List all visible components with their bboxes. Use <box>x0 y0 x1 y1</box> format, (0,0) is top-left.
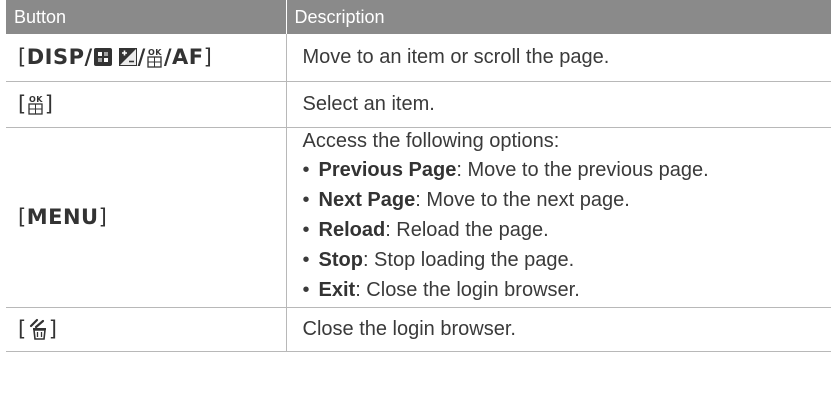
button-cell: [ DISP / / OK / AF] <box>6 34 287 82</box>
table-row: [ ] Close the login browser. <box>6 307 831 352</box>
svg-text:OK: OK <box>29 95 43 104</box>
option-name: Next Page <box>318 189 416 211</box>
menu-key: [ MENU ] <box>18 205 107 229</box>
table-row: [ OK ] Select an item. <box>6 81 831 128</box>
delete-icon <box>29 318 46 340</box>
disp-key-label: DISP <box>26 45 85 69</box>
bracket-open: [ <box>18 317 27 341</box>
button-cell: [ OK ] <box>6 81 287 128</box>
ok-icon: OK <box>147 48 162 68</box>
list-item: • Reload: Reload the page. <box>302 219 549 241</box>
ok-icon: OK <box>28 95 43 115</box>
separator: / <box>163 45 172 69</box>
delete-key: [ ] <box>18 317 57 341</box>
separator: / <box>84 45 93 69</box>
button-cell: [ ] <box>6 307 287 352</box>
description-cell: Select an item. <box>286 81 831 128</box>
menu-key-label: MENU <box>26 205 99 229</box>
bracket-close: ] <box>203 45 213 69</box>
option-name: Exit <box>318 279 356 301</box>
table-header: Button Description <box>6 0 831 34</box>
option-text: : Move to the previous page. <box>456 159 709 181</box>
option-text: : Close the login browser. <box>355 279 580 301</box>
option-text: : Stop loading the page. <box>362 249 575 271</box>
button-table: Button Description [ DISP / / OK / AF] … <box>6 0 831 352</box>
table-row: [ DISP / / OK / AF] Move to an item or … <box>6 34 831 82</box>
svg-text:OK: OK <box>148 48 162 57</box>
option-name: Previous Page <box>318 159 457 181</box>
header-button: Button <box>6 0 287 34</box>
options-intro: Access the following options: <box>302 130 560 152</box>
bracket-open: [ <box>18 45 27 69</box>
exposure-icon <box>118 48 137 66</box>
header-description: Description <box>286 0 831 34</box>
nav-keys: [ DISP / / OK / AF] <box>18 45 212 69</box>
list-item: • Stop: Stop loading the page. <box>302 249 575 271</box>
description-cell: Move to an item or scroll the page. <box>286 34 831 82</box>
list-item: • Next Page: Move to the next page. <box>302 189 630 211</box>
description-cell: Close the login browser. <box>286 307 831 352</box>
bracket-close: ] <box>48 317 58 341</box>
af-key-label: AF <box>171 45 204 69</box>
option-text: : Move to the next page. <box>415 189 630 211</box>
bracket-open: [ <box>18 92 27 116</box>
bracket-close: ] <box>44 92 54 116</box>
option-name: Stop <box>318 249 363 271</box>
bracket-open: [ <box>18 205 27 229</box>
bracket-close: ] <box>98 205 108 229</box>
option-text: : Reload the page. <box>385 219 549 241</box>
option-name: Reload <box>318 219 386 241</box>
separator: / <box>137 45 146 69</box>
options-list: • Previous Page: Move to the previous pag… <box>303 157 832 303</box>
ok-key: [ OK ] <box>18 92 53 116</box>
table-row: [ MENU ] Access the following options: •… <box>6 127 832 308</box>
description-cell: Access the following options: • Previous … <box>286 127 832 308</box>
list-item: • Exit: Close the login browser. <box>302 279 580 301</box>
button-cell: [ MENU ] <box>6 127 287 308</box>
list-item: • Previous Page: Move to the previous pag… <box>302 159 709 181</box>
flash-icon <box>93 48 112 66</box>
